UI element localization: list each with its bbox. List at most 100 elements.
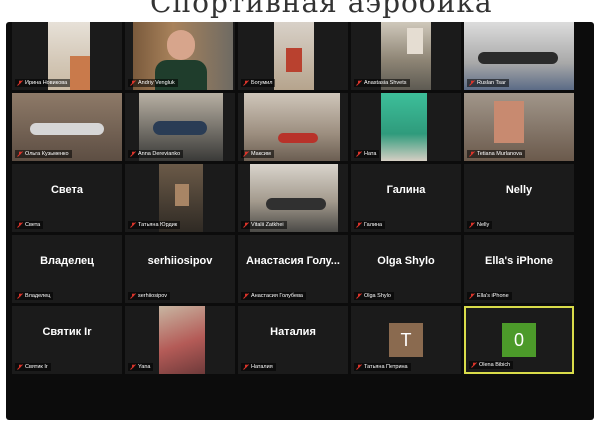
- mic-off-icon: [469, 80, 475, 86]
- participant-name: serhiiosipov: [138, 293, 168, 299]
- participant-display-name: Галина: [386, 184, 426, 196]
- participant-label: Anna Derevianko: [128, 150, 184, 158]
- participant-tile-active-speaker[interactable]: 0 Olena Bibich: [464, 306, 574, 374]
- participant-label: Галина: [354, 221, 386, 229]
- participant-name: Ната: [364, 151, 377, 157]
- mic-off-icon: [469, 151, 475, 157]
- participant-tile[interactable]: Vitalii Zatkhei: [238, 164, 348, 232]
- participant-tile[interactable]: Максим: [238, 93, 348, 161]
- participant-name: Nelly: [477, 222, 490, 228]
- participant-display-name: serhiiosipov: [147, 255, 213, 267]
- mic-off-icon: [356, 80, 362, 86]
- participant-tile[interactable]: Ella's iPhone Ella's iPhone: [464, 235, 574, 303]
- participant-tile[interactable]: Anna Derevianko: [125, 93, 235, 161]
- mic-off-icon: [243, 364, 249, 370]
- avatar: T: [389, 323, 423, 357]
- participant-name: Ruslan Tsar: [477, 80, 506, 86]
- mic-off-icon: [243, 293, 249, 299]
- participant-name: Татьяна Юрдик: [138, 222, 178, 228]
- participant-label: Ольга Кузьменко: [15, 150, 72, 158]
- mic-off-icon: [243, 151, 249, 157]
- mic-off-icon: [469, 222, 475, 228]
- avatar-initial: T: [400, 329, 412, 350]
- video-feed: [278, 133, 318, 143]
- mic-off-icon: [356, 151, 362, 157]
- participant-tile[interactable]: Анастасия Голу... Анастасия Голубева: [238, 235, 348, 303]
- participant-tile[interactable]: Ольга Кузьменко: [12, 93, 122, 161]
- participant-display-name: Olga Shylo: [377, 255, 435, 267]
- mic-off-icon: [356, 222, 362, 228]
- participant-tile[interactable]: Ruslan Tsar: [464, 22, 574, 90]
- participant-name: Света: [25, 222, 41, 228]
- video-feed: [478, 52, 558, 64]
- mic-off-icon: [17, 151, 23, 157]
- participant-label: Ирина Новикова: [15, 79, 71, 87]
- participant-tile[interactable]: Света Света: [12, 164, 122, 232]
- participant-name: Галина: [364, 222, 383, 228]
- participant-display-name: Ella's iPhone: [484, 255, 554, 267]
- participant-name: Andriy Vengluk: [138, 80, 175, 86]
- participant-name: Tetiana Murlanova: [477, 151, 522, 157]
- participant-name: Богумил: [251, 80, 273, 86]
- participant-label: Ruslan Tsar: [467, 79, 509, 87]
- participant-tile[interactable]: serhiiosipov serhiiosipov: [125, 235, 235, 303]
- mic-off-icon: [17, 364, 23, 370]
- mic-off-icon: [471, 362, 477, 368]
- video-feed: [266, 198, 326, 210]
- video-feed: [175, 184, 189, 206]
- participant-name: Ольга Кузьменко: [25, 151, 69, 157]
- participant-tile[interactable]: Татьяна Юрдик: [125, 164, 235, 232]
- participant-name: Наталия: [251, 364, 273, 370]
- participant-label: Tetiana Murlanova: [467, 150, 525, 158]
- mic-off-icon: [356, 293, 362, 299]
- participant-name: Святик Ir: [25, 364, 48, 370]
- participant-display-name: Владелец: [40, 255, 94, 267]
- video-feed: [494, 101, 524, 143]
- participant-tile[interactable]: Владелец Владелец: [12, 235, 122, 303]
- participant-label: Anastasia Shvets: [354, 79, 410, 87]
- participant-tile[interactable]: Святик Ir Святик Ir: [12, 306, 122, 374]
- participant-tile[interactable]: Andriy Vengluk: [125, 22, 235, 90]
- video-feed: [167, 30, 195, 60]
- participant-tile[interactable]: Anastasia Shvets: [351, 22, 461, 90]
- participant-tile[interactable]: Nelly Nelly: [464, 164, 574, 232]
- video-feed: [407, 28, 423, 54]
- mic-off-icon: [130, 80, 136, 86]
- participant-tile[interactable]: Tetiana Murlanova: [464, 93, 574, 161]
- participant-tile[interactable]: Yana: [125, 306, 235, 374]
- participant-tile[interactable]: Богумил: [238, 22, 348, 90]
- participant-label: Olena Bibich: [469, 361, 514, 369]
- participant-label: Владелец: [15, 292, 54, 300]
- header-text: Спортивная аэробика: [150, 0, 493, 19]
- mic-off-icon: [469, 293, 475, 299]
- participant-label: Максим: [241, 150, 274, 158]
- participant-name: Ирина Новикова: [25, 80, 68, 86]
- participant-display-name: Анастасия Голу...: [246, 255, 340, 267]
- participant-label: Nelly: [467, 221, 493, 229]
- participant-label: Татьяна Петрина: [354, 363, 411, 371]
- participant-tile[interactable]: T Татьяна Петрина: [351, 306, 461, 374]
- participant-tile[interactable]: Ирина Новикова: [12, 22, 122, 90]
- participant-name: Anna Derevianko: [138, 151, 181, 157]
- mic-off-icon: [130, 222, 136, 228]
- video-feed: [286, 48, 302, 72]
- participant-display-name: Наталия: [270, 326, 316, 338]
- participant-tile[interactable]: Наталия Наталия: [238, 306, 348, 374]
- participant-label: Наталия: [241, 363, 276, 371]
- participant-label: Vitalii Zatkhei: [241, 221, 287, 229]
- participant-name: Анастасия Голубева: [251, 293, 303, 299]
- participant-label: Olga Shylo: [354, 292, 394, 300]
- mic-off-icon: [243, 222, 249, 228]
- participant-tile[interactable]: Галина Галина: [351, 164, 461, 232]
- participant-tile[interactable]: Olga Shylo Olga Shylo: [351, 235, 461, 303]
- participant-tile[interactable]: Ната: [351, 93, 461, 161]
- participant-display-name: Nelly: [505, 184, 533, 196]
- participant-label: Ната: [354, 150, 380, 158]
- video-feed: [70, 56, 90, 90]
- gallery-grid: Ирина Новикова Andriy Vengluk Богумил An…: [12, 22, 574, 374]
- participant-label: Татьяна Юрдик: [128, 221, 181, 229]
- mic-off-icon: [17, 80, 23, 86]
- participant-name: Максим: [251, 151, 271, 157]
- mic-off-icon: [356, 364, 362, 370]
- participant-display-name: Света: [50, 184, 84, 196]
